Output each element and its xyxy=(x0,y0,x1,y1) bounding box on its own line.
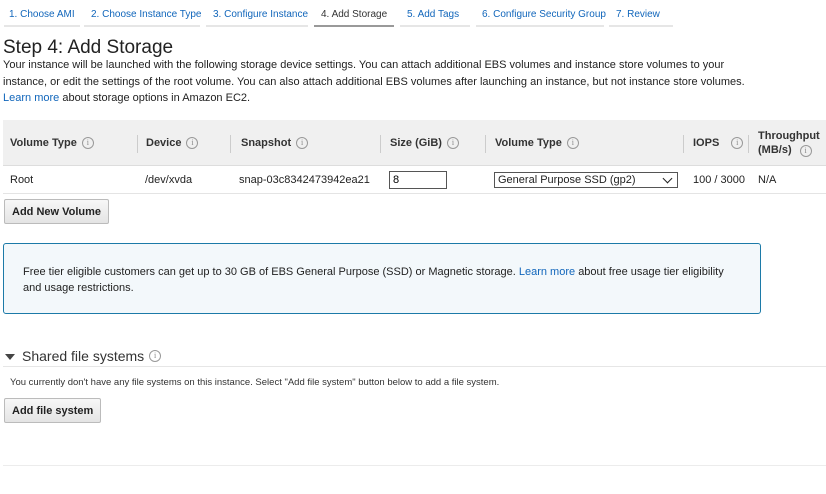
column-divider xyxy=(137,135,138,153)
cell-volume-type: Root xyxy=(10,174,34,186)
info-icon[interactable]: i xyxy=(186,137,199,149)
column-divider xyxy=(748,135,749,153)
step-add-storage[interactable]: 4. Add Storage xyxy=(321,9,387,20)
volume-type-selected: General Purpose SSD (gp2) xyxy=(498,174,636,186)
header-ebs-volume-type: Volume Type i xyxy=(495,120,579,166)
info-icon[interactable]: i xyxy=(81,137,94,149)
step-underline xyxy=(206,25,308,27)
page-title: Step 4: Add Storage xyxy=(3,37,174,58)
cell-snapshot: snap-03c8342473942ea21 xyxy=(239,174,370,186)
description-suffix: about storage options in Amazon EC2. xyxy=(62,92,251,104)
description-text: Your instance will be launched with the … xyxy=(3,59,745,88)
header-label: Throughput xyxy=(758,130,820,142)
add-new-volume-button[interactable]: Add New Volume xyxy=(4,199,110,224)
shared-file-systems-title: Shared file systems xyxy=(22,348,145,364)
column-divider xyxy=(380,135,381,153)
step-configure-security-group[interactable]: 6. Configure Security Group xyxy=(482,9,606,20)
footer-divider xyxy=(3,465,826,466)
info-icon[interactable]: i xyxy=(731,137,744,149)
column-divider xyxy=(485,135,486,153)
step-add-tags[interactable]: 5. Add Tags xyxy=(407,9,459,20)
header-snapshot: Snapshot i xyxy=(241,120,309,166)
header-throughput: Throughput (MB/s) i xyxy=(758,120,820,166)
free-tier-notice: Free tier eligible customers can get up … xyxy=(3,243,761,314)
cell-ebs-volume-type: General Purpose SSD (gp2) xyxy=(494,166,678,194)
header-label: Volume Type xyxy=(495,137,562,149)
info-icon[interactable]: i xyxy=(799,145,812,157)
info-icon[interactable]: i xyxy=(566,137,579,149)
step-underline-active xyxy=(314,25,394,27)
info-icon[interactable]: i xyxy=(149,350,162,362)
step-underline xyxy=(476,25,604,27)
learn-more-link[interactable]: Learn more xyxy=(3,92,59,104)
section-divider xyxy=(3,366,826,367)
table-row: Root /dev/xvda snap-03c8342473942ea21 Ge… xyxy=(3,166,826,194)
header-volume-type: Volume Type i xyxy=(10,120,94,166)
add-file-system-button[interactable]: Add file system xyxy=(4,398,102,423)
header-label: Volume Type xyxy=(10,137,77,149)
wizard-steps: 1. Choose AMI 2. Choose Instance Type 3.… xyxy=(0,0,826,28)
header-iops: IOPS i xyxy=(693,120,744,166)
step-configure-instance[interactable]: 3. Configure Instance xyxy=(213,9,308,20)
header-size: Size (GiB) i xyxy=(390,120,459,166)
step-choose-ami[interactable]: 1. Choose AMI xyxy=(9,9,75,20)
header-label: IOPS xyxy=(693,137,720,149)
column-divider xyxy=(230,135,231,153)
step-underline xyxy=(4,25,80,27)
cell-throughput: N/A xyxy=(758,174,777,186)
info-icon[interactable]: i xyxy=(296,137,309,149)
step-underline xyxy=(609,25,673,27)
shared-file-systems-header[interactable]: Shared file systems i xyxy=(5,348,162,364)
table-header: Volume Type i Device i Snapshot i Size (… xyxy=(3,120,826,166)
header-throughput-label: Throughput (MB/s) i xyxy=(758,129,820,157)
storage-table: Volume Type i Device i Snapshot i Size (… xyxy=(3,120,826,194)
step-review[interactable]: 7. Review xyxy=(616,9,660,20)
notice-learn-more-link[interactable]: Learn more xyxy=(519,266,575,278)
notice-text: Free tier eligible customers can get up … xyxy=(23,264,743,296)
header-label-unit: (MB/s) i xyxy=(758,143,820,157)
step-underline xyxy=(400,25,470,27)
caret-down-icon[interactable] xyxy=(5,353,15,360)
step-underline xyxy=(84,25,200,27)
cell-size xyxy=(389,166,447,194)
header-device: Device i xyxy=(146,120,199,166)
step-choose-instance-type[interactable]: 2. Choose Instance Type xyxy=(91,9,201,20)
notice-message: Free tier eligible customers can get up … xyxy=(23,266,516,278)
cell-device: /dev/xvda xyxy=(145,174,193,186)
page-description: Your instance will be launched with the … xyxy=(3,57,763,107)
info-icon[interactable]: i xyxy=(446,137,459,149)
size-input[interactable] xyxy=(389,171,447,189)
cell-iops: 100 / 3000 xyxy=(693,174,745,186)
header-label: Device xyxy=(146,137,182,149)
chevron-down-icon xyxy=(662,173,673,183)
volume-type-select[interactable]: General Purpose SSD (gp2) xyxy=(494,172,678,188)
no-file-systems-message: You currently don't have any file system… xyxy=(10,377,500,388)
header-label: Size (GiB) xyxy=(390,137,442,149)
column-divider xyxy=(683,135,684,153)
header-label: Snapshot xyxy=(241,137,292,149)
